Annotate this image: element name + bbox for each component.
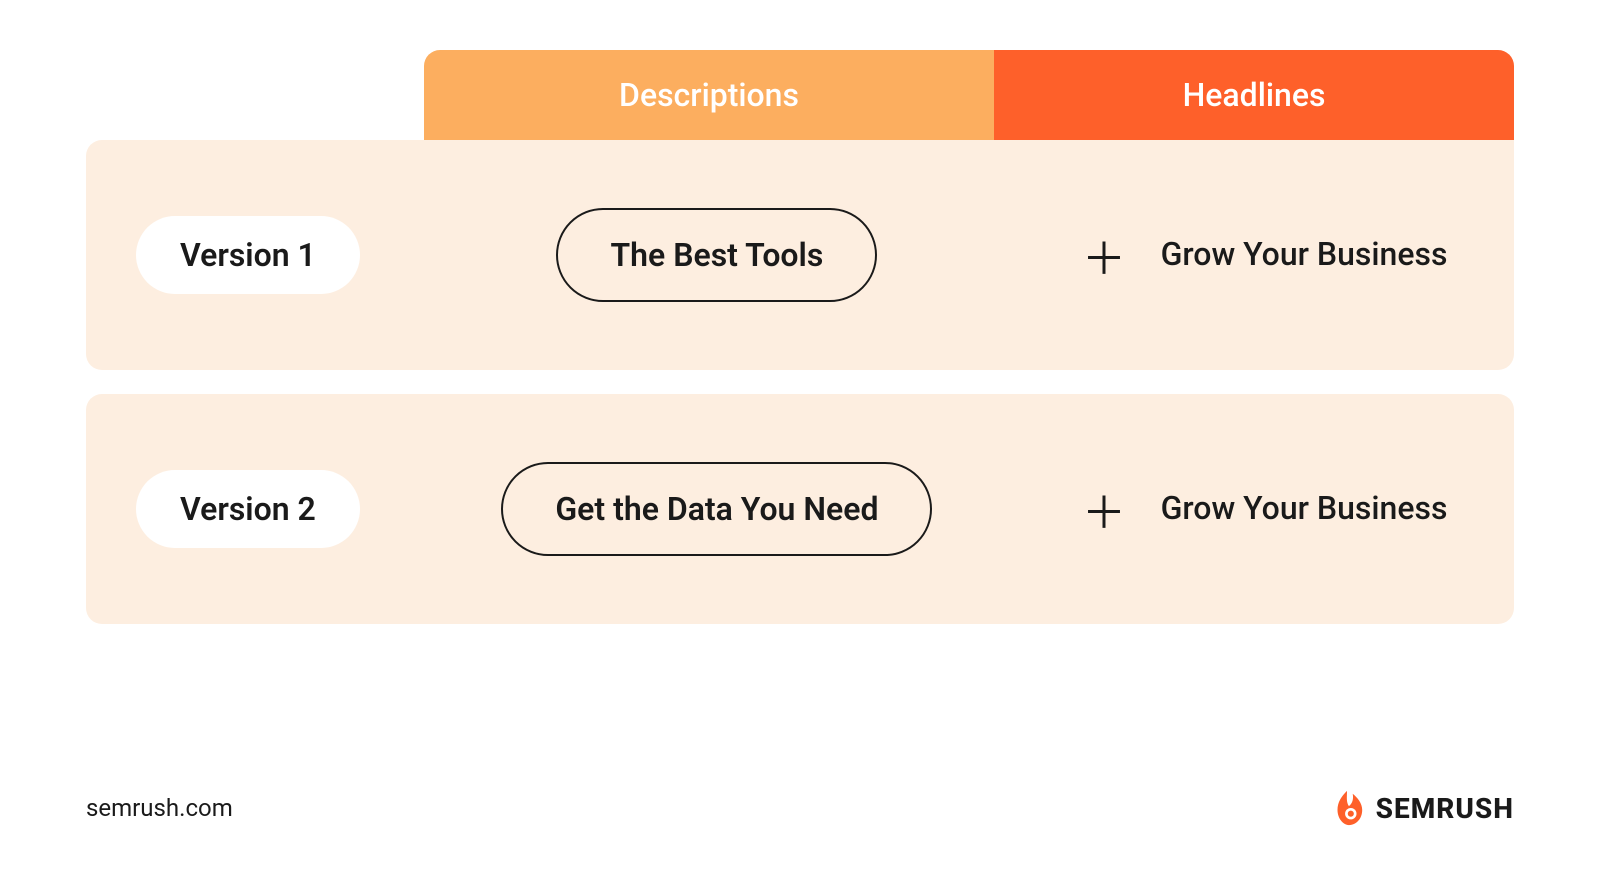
brand-logo: SEMRUSH: [1328, 789, 1514, 827]
footer-url-text: semrush.com: [86, 794, 233, 822]
plus-icon: ＋: [1074, 477, 1134, 541]
version-row: Version 2 Get the Data You Need ＋ Grow Y…: [86, 394, 1514, 624]
plus-icon: ＋: [1074, 223, 1134, 287]
brand-name: SEMRUSH: [1376, 792, 1514, 825]
footer: semrush.com SEMRUSH: [86, 789, 1514, 827]
headline-value: Grow Your Business: [1161, 235, 1448, 273]
headline-text: Grow Your Business: [1134, 488, 1474, 530]
description-pill: Get the Data You Need: [501, 462, 932, 556]
footer-url: semrush.com: [86, 794, 233, 822]
brand-name-text: SEMRUSH: [1376, 792, 1514, 825]
headline-text: Grow Your Business: [1134, 234, 1474, 276]
version-label: Version 2: [180, 490, 316, 528]
description-cell: Get the Data You Need: [360, 462, 1074, 556]
description-cell: The Best Tools: [360, 208, 1074, 302]
header-spacer: [86, 50, 424, 140]
plus-symbol: ＋: [1082, 487, 1126, 539]
diagram-container: Descriptions Headlines Version 1 The Bes…: [86, 50, 1514, 624]
description-pill: The Best Tools: [556, 208, 877, 302]
fire-icon: [1328, 789, 1366, 827]
description-text: Get the Data You Need: [555, 490, 878, 528]
version-label: Version 1: [180, 236, 316, 274]
plus-symbol: ＋: [1082, 233, 1126, 285]
header-headlines: Headlines: [994, 50, 1514, 140]
version-pill: Version 2: [136, 470, 360, 548]
version-row: Version 1 The Best Tools ＋ Grow Your Bus…: [86, 140, 1514, 370]
description-text: The Best Tools: [610, 236, 823, 274]
headline-value: Grow Your Business: [1161, 489, 1448, 527]
header-headlines-label: Headlines: [1183, 76, 1326, 114]
header-descriptions: Descriptions: [424, 50, 994, 140]
version-pill: Version 1: [136, 216, 360, 294]
header-row: Descriptions Headlines: [86, 50, 1514, 140]
header-descriptions-label: Descriptions: [619, 76, 799, 114]
